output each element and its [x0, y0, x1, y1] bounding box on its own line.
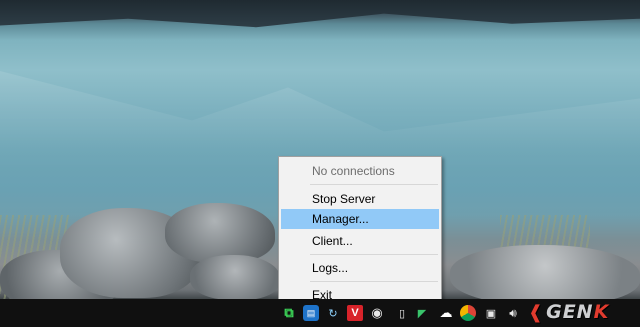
green-app-icon[interactable]: ◤ — [414, 305, 430, 321]
logo-mark-icon: ❰ — [528, 301, 545, 323]
genk-watermark-logo: ❰ GENK — [528, 301, 609, 323]
v-app-icon[interactable]: V — [347, 305, 363, 321]
menu-item-client[interactable]: Client... — [281, 231, 439, 251]
menu-item-no-connections: No connections — [312, 164, 395, 178]
rock — [450, 245, 640, 305]
menu-item-logs[interactable]: Logs... — [281, 258, 439, 278]
chrome-icon[interactable] — [460, 305, 476, 321]
menu-item-manager[interactable]: Manager... — [281, 209, 439, 229]
mountain-silhouette — [0, 0, 640, 28]
logo-text: GENK — [546, 301, 610, 323]
tray-context-menu: No connections Stop Server Manager... Cl… — [278, 156, 442, 307]
network-icon[interactable]: ▣ — [483, 305, 499, 321]
rock — [165, 203, 275, 263]
menu-separator — [310, 184, 438, 185]
volume-icon[interactable]: 🔊︎ — [505, 305, 521, 321]
menu-separator — [310, 254, 438, 255]
rock — [190, 255, 280, 300]
sync-icon[interactable]: ↻ — [325, 305, 341, 321]
signal-icon[interactable]: ⧉ — [281, 305, 297, 321]
lake-reflection — [0, 71, 640, 170]
document-icon[interactable]: ▯ — [394, 305, 410, 321]
cloud-icon[interactable]: ☁ — [438, 305, 454, 321]
chat-icon[interactable]: ▤ — [303, 305, 319, 321]
menu-separator — [310, 281, 438, 282]
eye-icon[interactable]: ◉ — [369, 305, 385, 321]
menu-item-stop-server[interactable]: Stop Server — [281, 189, 439, 209]
